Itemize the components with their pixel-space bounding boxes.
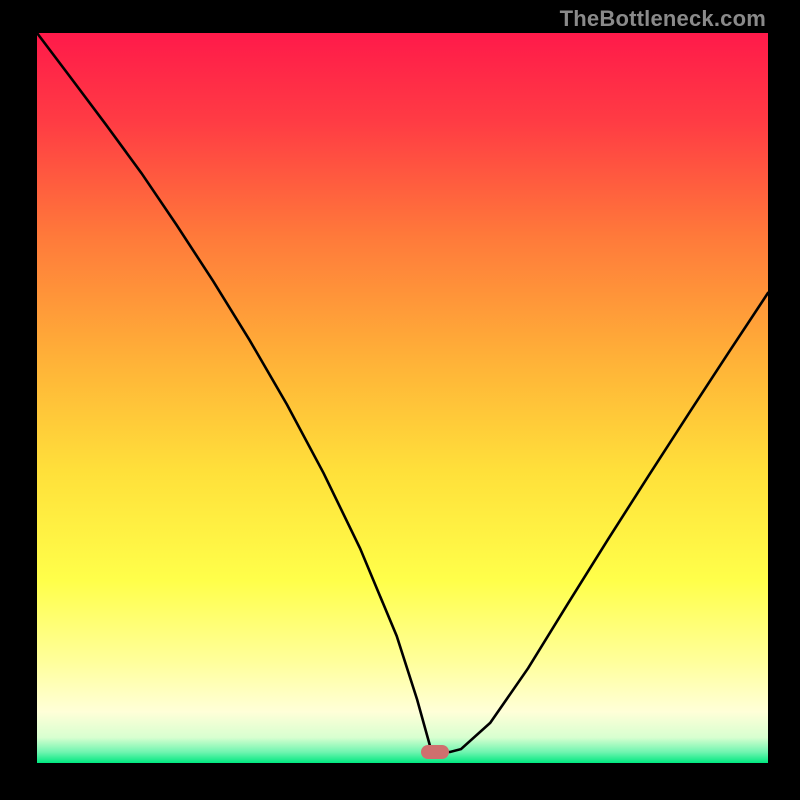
bottleneck-curve xyxy=(37,33,768,763)
optimum-marker xyxy=(421,745,449,759)
plot-area xyxy=(37,33,768,763)
attribution-text: TheBottleneck.com xyxy=(560,6,766,32)
chart-container: TheBottleneck.com xyxy=(0,0,800,800)
